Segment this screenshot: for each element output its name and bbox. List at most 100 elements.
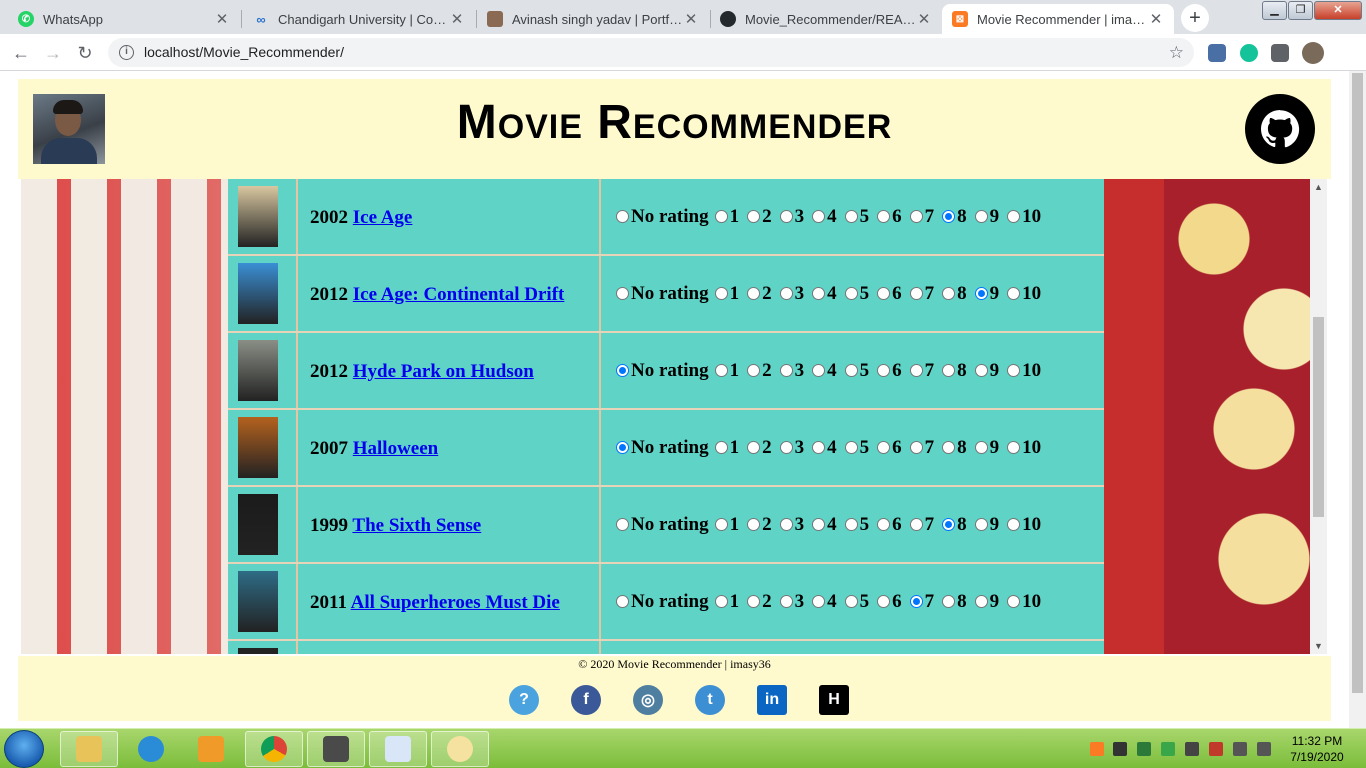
back-icon[interactable]: ← — [8, 40, 34, 66]
rating-radio[interactable] — [942, 518, 956, 531]
rating-radio[interactable] — [714, 518, 728, 531]
rating-radio[interactable] — [844, 287, 858, 300]
rating-radio[interactable] — [616, 518, 629, 531]
rating-option-3[interactable]: 3 — [779, 206, 804, 228]
rating-radio[interactable] — [779, 210, 793, 223]
rating-radio[interactable] — [779, 364, 793, 377]
rating-radio[interactable] — [844, 210, 858, 223]
rating-option-6[interactable]: 6 — [877, 437, 902, 459]
help-icon[interactable]: ? — [509, 685, 539, 715]
rating-option-3[interactable]: 3 — [779, 437, 804, 459]
rating-radio[interactable] — [812, 287, 826, 300]
rating-option-5[interactable]: 5 — [844, 514, 869, 536]
rating-option-7[interactable]: 7 — [909, 591, 934, 613]
rating-radio[interactable] — [1007, 595, 1021, 608]
rating-radio[interactable] — [909, 518, 923, 531]
rating-option-9[interactable]: 9 — [974, 591, 999, 613]
rating-radio[interactable] — [974, 287, 988, 300]
rating-radio[interactable] — [714, 287, 728, 300]
rating-radio[interactable] — [877, 287, 891, 300]
rating-radio[interactable] — [844, 441, 858, 454]
rating-option-7[interactable]: 7 — [909, 360, 934, 382]
rating-radio[interactable] — [1007, 287, 1021, 300]
rating-radio[interactable] — [1007, 518, 1021, 531]
rating-option-9[interactable]: 9 — [974, 514, 999, 536]
rating-radio[interactable] — [812, 441, 826, 454]
close-icon[interactable]: ✕ — [1148, 10, 1164, 28]
tray-icon[interactable] — [1209, 742, 1223, 756]
rating-option-6[interactable]: 6 — [877, 360, 902, 382]
rating-option-2[interactable]: 2 — [747, 360, 772, 382]
volume-icon[interactable] — [1257, 742, 1271, 756]
rating-option-3[interactable]: 3 — [779, 514, 804, 536]
rating-option-5[interactable]: 5 — [844, 283, 869, 305]
github-icon[interactable] — [1245, 94, 1315, 164]
rating-radio[interactable] — [714, 441, 728, 454]
movie-title-link[interactable]: Ice Age — [353, 207, 413, 228]
close-window-button[interactable]: ✕ — [1314, 1, 1362, 20]
movie-title-link[interactable]: Ice Age: Continental Drift — [353, 284, 565, 305]
tab-whatsapp[interactable]: ✆ WhatsApp ✕ — [8, 4, 240, 34]
flag-icon[interactable] — [1185, 742, 1199, 756]
rating-radio[interactable] — [1007, 441, 1021, 454]
rating-option-2[interactable]: 2 — [747, 591, 772, 613]
rating-option-6[interactable]: 6 — [877, 206, 902, 228]
rating-radio[interactable] — [616, 441, 629, 454]
rating-option-9[interactable]: 9 — [974, 360, 999, 382]
rating-option-7[interactable]: 7 — [909, 514, 934, 536]
rating-option-8[interactable]: 8 — [942, 591, 967, 613]
rating-radio[interactable] — [812, 210, 826, 223]
taskbar-sublime[interactable] — [307, 731, 365, 767]
rating-option-8[interactable]: 8 — [942, 283, 967, 305]
movie-title-link[interactable]: Hyde Park on Hudson — [353, 361, 534, 382]
rating-radio[interactable] — [877, 518, 891, 531]
rating-radio[interactable] — [974, 364, 988, 377]
rating-option-10[interactable]: 10 — [1007, 206, 1041, 228]
rating-option-10[interactable]: 10 — [1007, 591, 1041, 613]
rating-radio[interactable] — [974, 441, 988, 454]
rating-radio[interactable] — [942, 287, 956, 300]
taskbar-media[interactable] — [182, 731, 240, 767]
rating-radio[interactable] — [909, 595, 923, 608]
rating-radio[interactable] — [942, 210, 956, 223]
taskbar-paint[interactable] — [431, 731, 489, 767]
rating-option-6[interactable]: 6 — [877, 591, 902, 613]
tab-movie-recommender[interactable]: ⊠ Movie Recommender | imasy36 ✕ — [942, 4, 1174, 34]
new-tab-button[interactable]: + — [1181, 4, 1209, 32]
rating-radio[interactable] — [844, 518, 858, 531]
rating-option-2[interactable]: 2 — [747, 514, 772, 536]
rating-option-6[interactable]: 6 — [877, 283, 902, 305]
minimize-button[interactable]: ▁ — [1262, 1, 1287, 20]
rating-radio[interactable] — [909, 210, 923, 223]
rating-radio[interactable] — [812, 518, 826, 531]
rating-radio[interactable] — [747, 518, 761, 531]
extension-translate-icon[interactable] — [1208, 44, 1226, 62]
rating-radio[interactable] — [877, 210, 891, 223]
rating-radio[interactable] — [616, 595, 629, 608]
page-scroll-thumb[interactable] — [1352, 73, 1363, 693]
movie-title-link[interactable]: Halloween — [353, 438, 439, 459]
taskbar-chrome[interactable] — [245, 731, 303, 767]
tab-coursera[interactable]: ∞ Chandigarh University | Coursera ✕ — [243, 4, 475, 34]
close-icon[interactable]: ✕ — [916, 10, 932, 28]
rating-option-6[interactable]: 6 — [877, 514, 902, 536]
rating-radio[interactable] — [779, 518, 793, 531]
rating-option-1[interactable]: 1 — [714, 514, 739, 536]
rating-option-5[interactable]: 5 — [844, 437, 869, 459]
scroll-up-icon[interactable]: ▲ — [1314, 182, 1323, 192]
rating-option-2[interactable]: 2 — [747, 206, 772, 228]
rating-radio[interactable] — [909, 441, 923, 454]
rating-option-5[interactable]: 5 — [844, 591, 869, 613]
rating-option-1[interactable]: 1 — [714, 206, 739, 228]
network-icon[interactable] — [1233, 742, 1247, 756]
close-icon[interactable]: ✕ — [449, 10, 465, 28]
address-bar[interactable]: i localhost/Movie_Recommender/ ☆ — [108, 38, 1194, 67]
rating-option-none[interactable]: No rating — [616, 514, 709, 536]
rating-radio[interactable] — [812, 364, 826, 377]
rating-radio[interactable] — [974, 210, 988, 223]
rating-radio[interactable] — [909, 287, 923, 300]
rating-radio[interactable] — [616, 364, 629, 377]
rating-radio[interactable] — [877, 364, 891, 377]
rating-option-4[interactable]: 4 — [812, 514, 837, 536]
rating-option-5[interactable]: 5 — [844, 206, 869, 228]
